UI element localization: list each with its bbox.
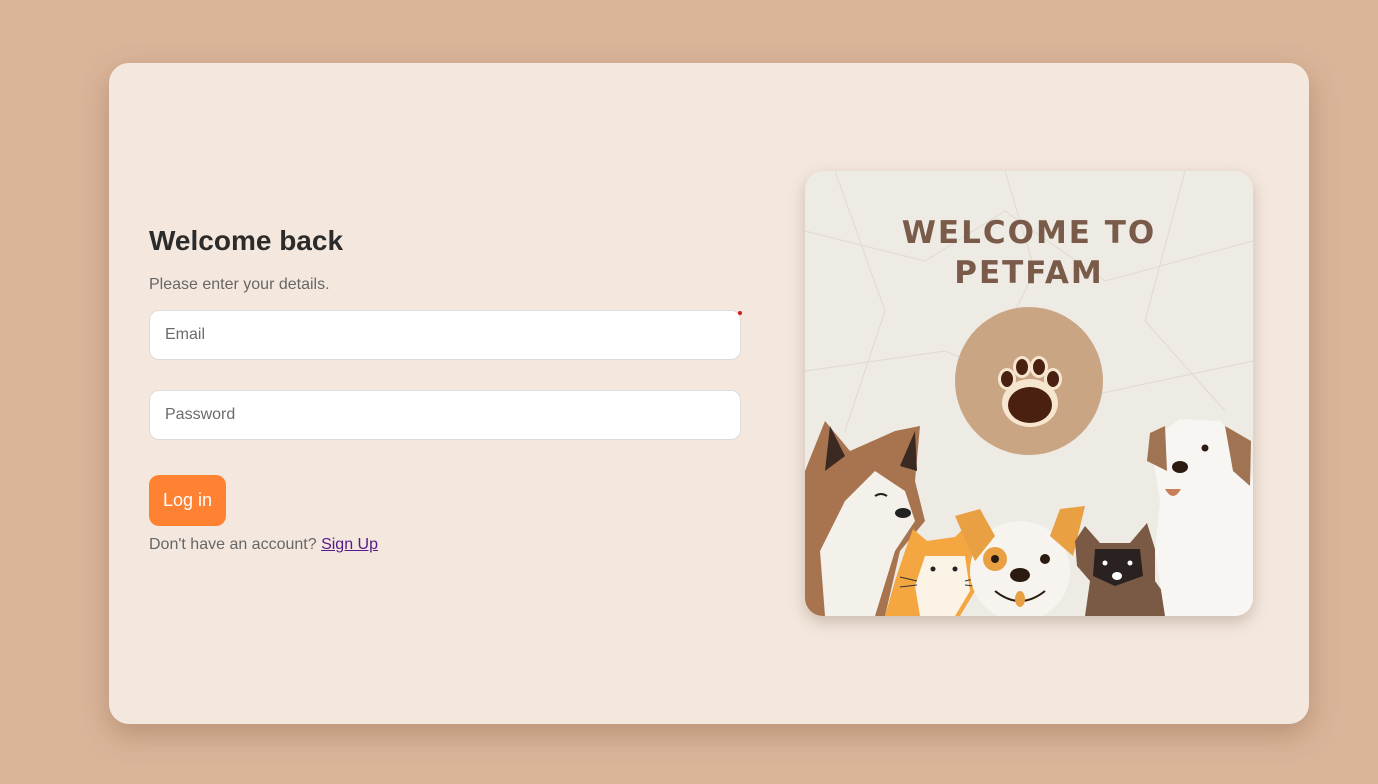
login-card: Welcome back Please enter your details. …	[109, 63, 1309, 724]
white-dog-illustration	[1147, 419, 1253, 616]
signup-link[interactable]: Sign Up	[321, 536, 378, 553]
welcome-illustration: WELCOME TO PETFAM	[805, 171, 1253, 616]
email-field[interactable]	[149, 310, 741, 360]
page-title: Welcome back	[149, 225, 344, 256]
email-field-wrapper	[149, 310, 742, 360]
password-field[interactable]	[149, 390, 741, 440]
banner-line-1: WELCOME TO	[901, 215, 1157, 251]
login-form: Welcome back Please enter your details. …	[149, 223, 742, 556]
puppy-illustration	[955, 506, 1085, 616]
page-subtitle: Please enter your details.	[149, 276, 330, 293]
login-button[interactable]: Log in	[149, 475, 227, 526]
signup-prompt: Don't have an account? Sign Up	[149, 534, 741, 556]
signup-prompt-text: Don't have an account?	[149, 536, 317, 553]
banner-line-2: PETFAM	[954, 255, 1104, 291]
password-field-wrapper	[149, 390, 741, 440]
required-indicator	[738, 311, 742, 315]
